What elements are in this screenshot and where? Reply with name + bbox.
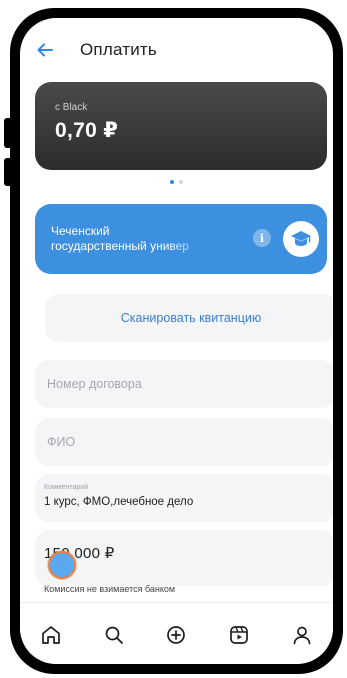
phone-screen: Оплатить c Black 0,70 ₽ Чеченский госуда… xyxy=(20,18,333,664)
search-icon xyxy=(105,626,123,644)
pager-dot[interactable] xyxy=(179,180,183,184)
info-icon[interactable]: i xyxy=(253,229,271,247)
video-icon xyxy=(230,626,248,644)
plus-circle-icon xyxy=(167,626,186,644)
page-title: Оплатить xyxy=(80,40,157,59)
contract-number-field[interactable]: Номер договора xyxy=(35,360,333,408)
contract-number-placeholder: Номер договора xyxy=(47,377,142,391)
comment-value: 1 курс, ФМО,лечебное дело xyxy=(44,496,194,508)
tab-create[interactable] xyxy=(162,621,190,649)
phone-frame: Оплатить c Black 0,70 ₽ Чеченский госуда… xyxy=(10,8,343,674)
tab-home[interactable] xyxy=(37,621,65,649)
comment-field[interactable]: Комментарий 1 курс, ФМО,лечебное дело xyxy=(35,474,333,522)
amount-field[interactable]: 150 000 ₽ xyxy=(35,530,333,586)
payment-card[interactable]: c Black 0,70 ₽ xyxy=(35,82,327,170)
recipient-name-fade xyxy=(165,220,225,256)
bottom-tab-bar xyxy=(20,602,333,664)
tab-search[interactable] xyxy=(100,621,128,649)
full-name-field[interactable]: ФИО xyxy=(35,418,333,466)
recipient-logo xyxy=(283,221,319,257)
home-icon xyxy=(42,626,61,644)
arrow-left-icon xyxy=(37,43,53,57)
header: Оплатить xyxy=(20,18,333,74)
recipient-card[interactable]: Чеченский государственный универ i xyxy=(35,204,327,274)
tab-video[interactable] xyxy=(225,621,253,649)
graduation-cap-icon xyxy=(291,231,311,246)
card-pager xyxy=(20,180,333,184)
pager-dot-active[interactable] xyxy=(170,180,174,184)
comment-label: Комментарий xyxy=(44,484,89,491)
card-name: c Black xyxy=(55,102,88,113)
full-name-placeholder: ФИО xyxy=(47,435,76,449)
profile-icon xyxy=(293,626,311,645)
scan-receipt-button[interactable]: Сканировать квитанцию xyxy=(45,294,333,342)
back-button[interactable] xyxy=(34,40,56,60)
commission-note: Комиссия не взимается банком xyxy=(44,584,176,594)
tab-profile[interactable] xyxy=(288,621,316,649)
card-balance: 0,70 ₽ xyxy=(55,119,119,142)
touch-indicator xyxy=(48,551,76,579)
